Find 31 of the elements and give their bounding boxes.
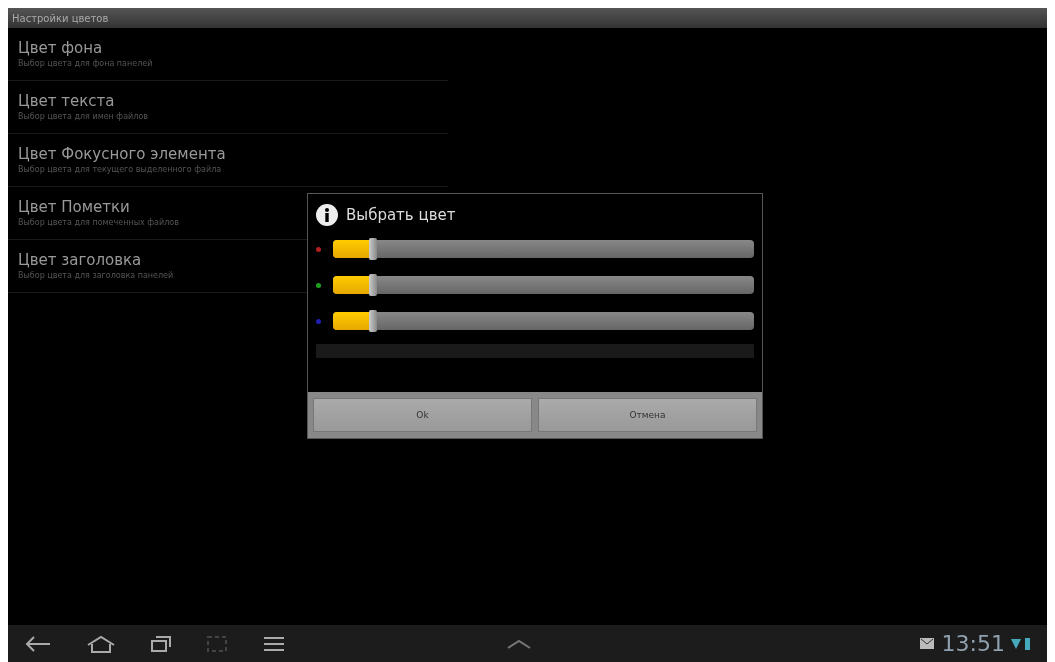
ok-button[interactable]: Ok: [313, 398, 532, 432]
setting-summary: Выбор цвета для фона панелей: [18, 59, 153, 68]
mail-icon: [919, 638, 934, 649]
setting-title: Цвет текста: [18, 92, 115, 110]
setting-summary: Выбор цвета для заголовка панелей: [18, 271, 174, 280]
settings-item[interactable]: Цвет Фокусного элемента Выбор цвета для текущего выделенного файла: [8, 134, 448, 187]
home-icon[interactable]: [86, 634, 116, 653]
recent-apps-icon[interactable]: [150, 634, 172, 653]
setting-title: Цвет Пометки: [18, 198, 130, 216]
chevron-up-icon[interactable]: [506, 637, 532, 650]
setting-title: Цвет Фокусного элемента: [18, 145, 226, 163]
cancel-button[interactable]: Отмена: [538, 398, 757, 432]
slider-thumb[interactable]: [368, 274, 377, 296]
window-title: Настройки цветов: [8, 8, 1047, 28]
slider-track[interactable]: [333, 276, 754, 294]
setting-summary: Выбор цвета для помеченных файлов: [18, 218, 179, 227]
settings-item[interactable]: Цвет текста Выбор цвета для имен файлов: [8, 81, 448, 134]
slider-track[interactable]: [333, 240, 754, 258]
setting-summary: Выбор цвета для имен файлов: [18, 112, 149, 121]
signal-battery-icon: [1011, 636, 1031, 651]
setting-title: Цвет фона: [18, 39, 103, 57]
slider-track[interactable]: [333, 312, 754, 330]
setting-title: Цвет заголовка: [18, 251, 142, 269]
settings-item[interactable]: Цвет фона Выбор цвета для фона панелей: [8, 28, 448, 81]
setting-summary: Выбор цвета для текущего выделенного файла: [18, 165, 222, 174]
slider-thumb[interactable]: [368, 238, 377, 260]
back-icon[interactable]: [24, 634, 52, 653]
clock-time: 13:51: [941, 631, 1005, 656]
info-icon: [316, 204, 338, 226]
slider-thumb[interactable]: [368, 310, 377, 332]
menu-icon[interactable]: [262, 635, 286, 652]
